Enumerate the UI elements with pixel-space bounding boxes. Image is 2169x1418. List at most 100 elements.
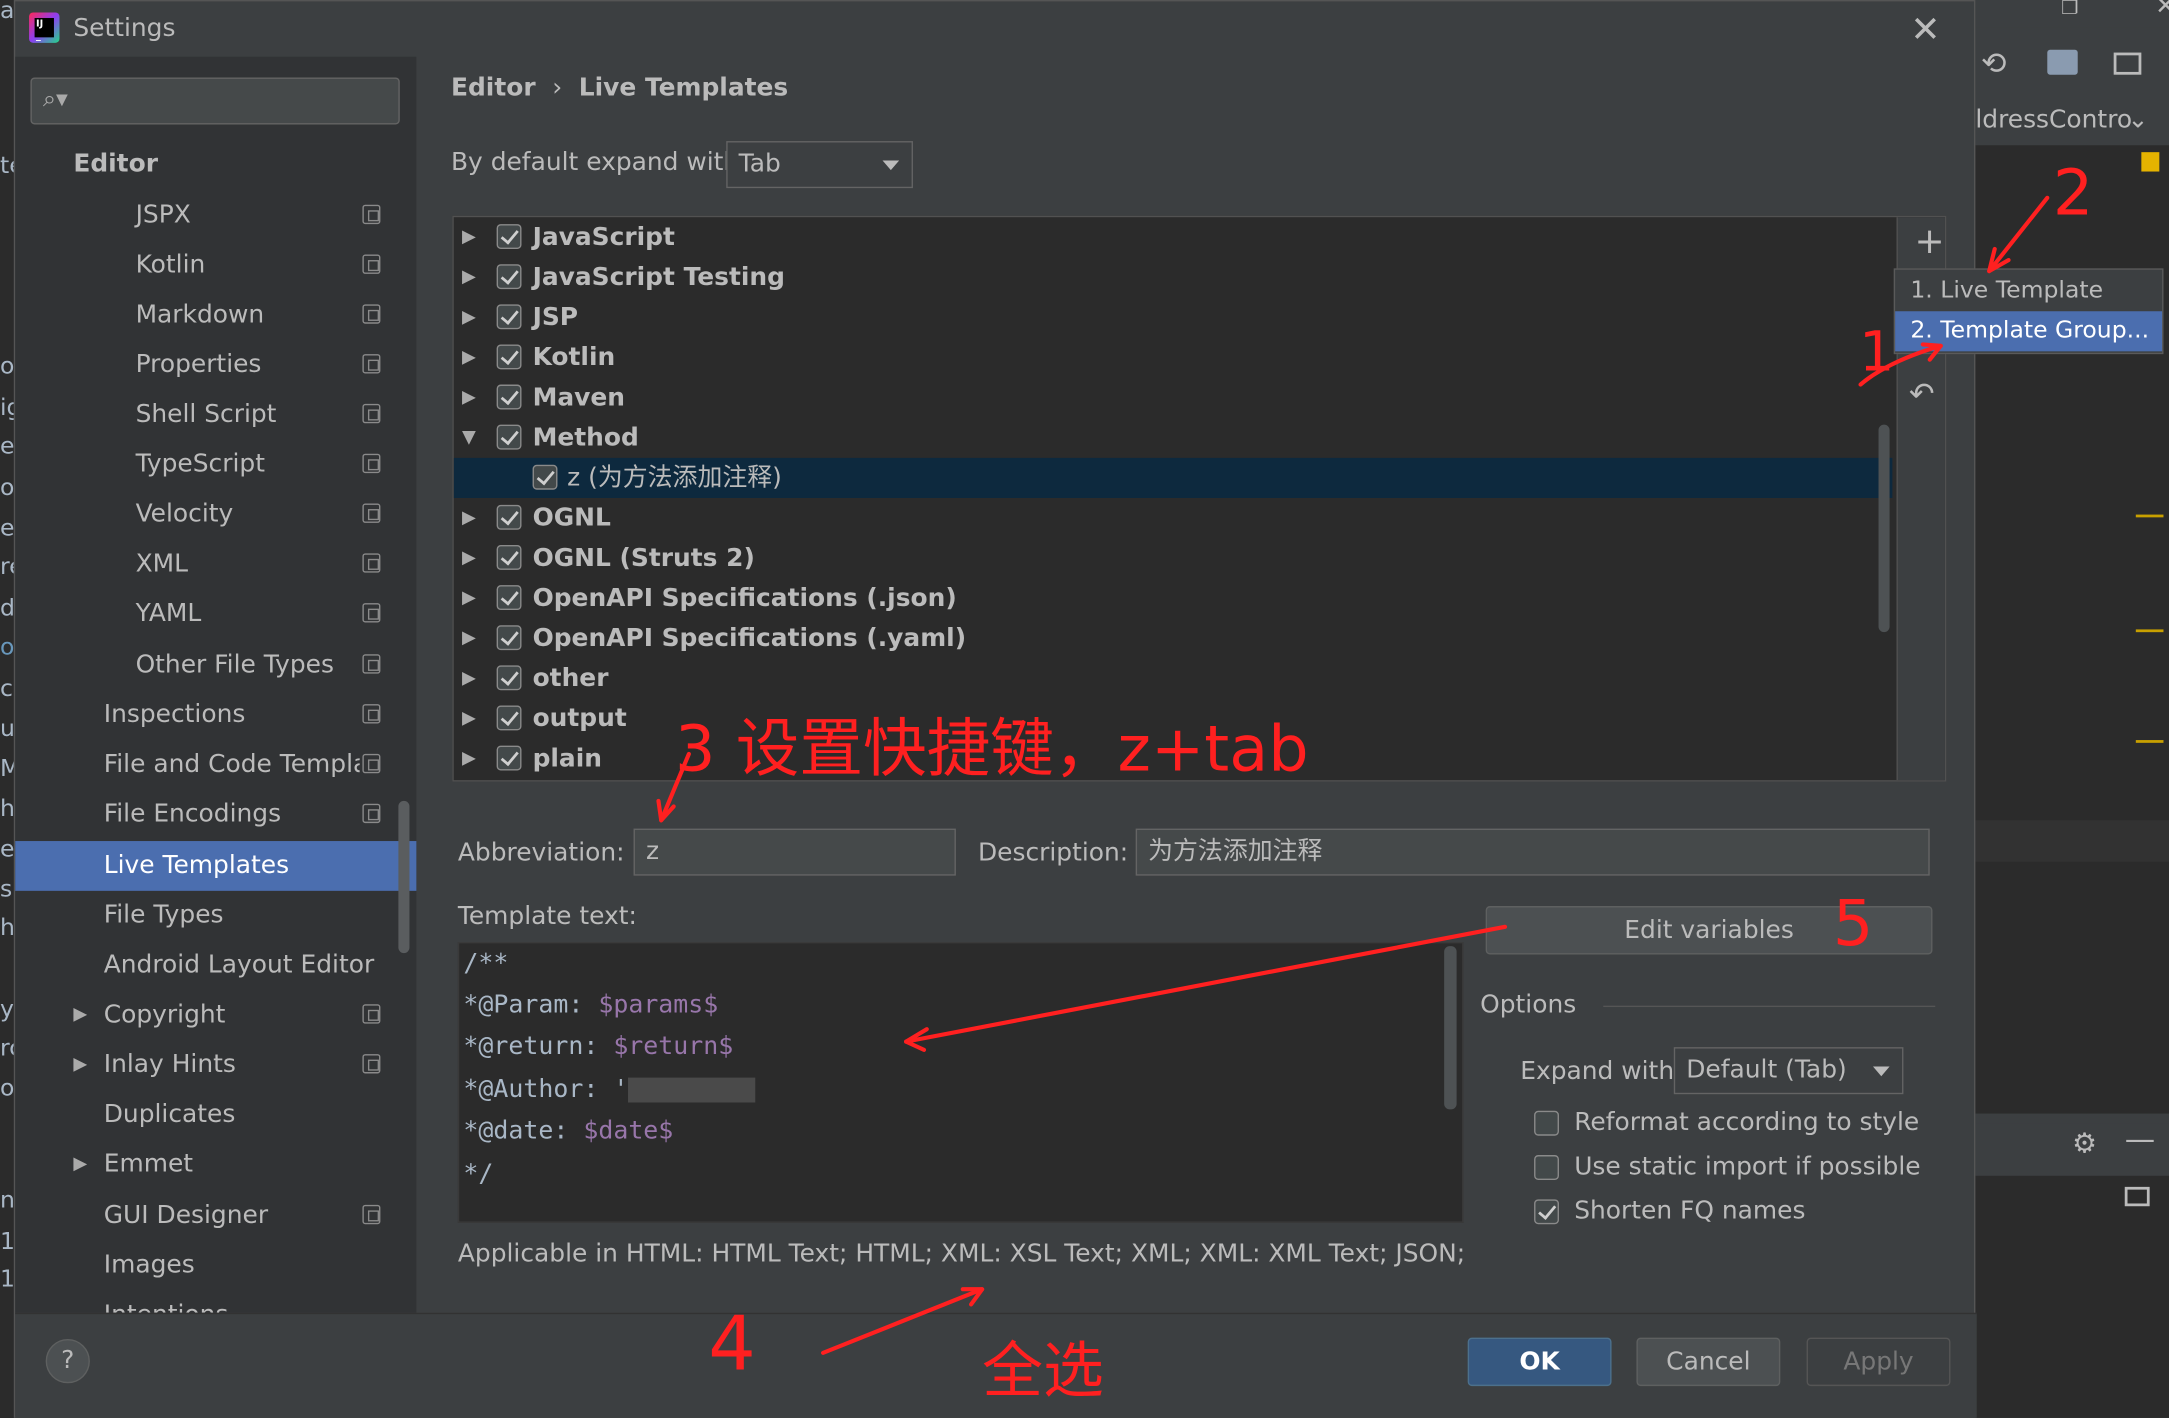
tree-row[interactable]: ▶ JavaScript Testing — [454, 257, 1893, 297]
sidebar-item-android-layout-editor[interactable]: Android Layout Editor — [15, 941, 416, 991]
expand-arrow-icon[interactable]: ▶ — [73, 990, 87, 1040]
sidebar-item-properties[interactable]: Properties — [15, 340, 416, 390]
expand-arrow-icon[interactable]: ▶ — [462, 338, 476, 378]
tree-scrollbar[interactable] — [1878, 424, 1890, 633]
sidebar-section-editor[interactable]: Editor — [15, 140, 416, 190]
gear-icon[interactable]: ⚙ — [2072, 1126, 2097, 1159]
sidebar-item-velocity[interactable]: Velocity — [15, 490, 416, 540]
tree-row[interactable]: ▼ Method — [454, 418, 1893, 458]
restore-defaults-icon[interactable]: ↶ — [1909, 378, 1935, 413]
sidebar-item-markdown[interactable]: Markdown — [15, 290, 416, 340]
sidebar-item-inlay-hints[interactable]: ▶ Inlay Hints — [15, 1040, 416, 1090]
cancel-button[interactable]: Cancel — [1636, 1337, 1781, 1387]
sidebar-item-duplicates[interactable]: Duplicates — [15, 1090, 416, 1140]
sidebar-item-file-and-code-templates[interactable]: File and Code Templat — [15, 740, 416, 790]
sidebar-item-images[interactable]: Images — [15, 1241, 416, 1291]
sidebar-item-copyright[interactable]: ▶ Copyright — [15, 990, 416, 1040]
sidebar-item-file-encodings[interactable]: File Encodings — [15, 790, 416, 840]
shorten-fq-checkbox[interactable] — [1534, 1199, 1559, 1225]
sidebar-item-other-file-types[interactable]: Other File Types — [15, 640, 416, 690]
sidebar-item-shell-script[interactable]: Shell Script — [15, 390, 416, 440]
undo-icon[interactable]: ⟲ — [1981, 47, 2007, 82]
close-icon[interactable]: ✕ — [1910, 10, 1940, 51]
expand-arrow-icon[interactable]: ▶ — [462, 498, 476, 538]
tree-row[interactable]: ▶ JSP — [454, 297, 1893, 337]
template-checkbox[interactable] — [532, 464, 558, 490]
menu-item-template-group[interactable]: 2. Template Group... — [1895, 311, 2163, 352]
expand-arrow-icon[interactable]: ▶ — [73, 1140, 87, 1190]
sidebar-item-inspections[interactable]: Inspections — [15, 690, 416, 740]
editor-tab-title[interactable]: ldressContro — [1975, 105, 2132, 134]
abbreviation-field[interactable]: z — [633, 828, 956, 876]
tree-row[interactable]: ▶ Kotlin — [454, 338, 1893, 378]
group-checkbox[interactable] — [496, 705, 522, 731]
expand-arrow-icon[interactable]: ▶ — [462, 578, 476, 618]
search-input[interactable]: ⌕▾ — [30, 77, 400, 125]
group-checkbox[interactable] — [496, 585, 522, 611]
tree-row[interactable]: ▶ JavaScript — [454, 217, 1893, 257]
expand-arrow-icon[interactable]: ▶ — [462, 217, 476, 257]
menu-item-live-template[interactable]: 1. Live Template — [1895, 271, 2162, 311]
tree-row[interactable]: ▶ OpenAPI Specifications (.json) — [454, 578, 1893, 618]
description-field[interactable]: 为方法添加注释 — [1135, 828, 1930, 876]
group-checkbox[interactable] — [496, 264, 522, 290]
template-text-editor[interactable]: /** *@Param: $params$ *@return: $return$… — [457, 942, 1464, 1223]
tree-row[interactable]: ▶ OGNL (Struts 2) — [454, 538, 1893, 578]
tree-row-template-z[interactable]: z (为方法添加注释) — [453, 457, 1893, 498]
group-checkbox[interactable] — [496, 224, 522, 249]
help-button[interactable]: ? — [45, 1339, 90, 1384]
group-checkbox[interactable] — [496, 424, 522, 450]
sidebar-item-xml[interactable]: XML — [15, 539, 416, 589]
sidebar-item-file-types[interactable]: File Types — [15, 891, 416, 941]
editor-scrollbar[interactable] — [1444, 946, 1457, 1110]
expand-arrow-icon[interactable]: ▶ — [462, 699, 476, 739]
expand-with-dropdown[interactable]: Default (Tab) — [1673, 1047, 1904, 1095]
group-checkbox[interactable] — [496, 745, 522, 771]
static-import-checkbox[interactable] — [1534, 1155, 1559, 1180]
sidebar-item-jspx[interactable]: JSPX — [15, 191, 416, 241]
annotation-number-4: 4 — [708, 1300, 756, 1388]
restore-icon[interactable]: ❐ — [2061, 0, 2078, 19]
sidebar-item-intentions[interactable]: Intentions — [15, 1291, 416, 1312]
default-expand-dropdown[interactable]: Tab — [726, 141, 913, 189]
sidebar-item-typescript[interactable]: TypeScript — [15, 440, 416, 490]
chevron-down-icon[interactable]: ⌄ — [2128, 105, 2149, 134]
group-checkbox[interactable] — [496, 384, 522, 410]
expand-arrow-icon[interactable]: ▶ — [462, 618, 476, 658]
sidebar-scrollbar[interactable] — [398, 800, 410, 954]
group-checkbox[interactable] — [496, 665, 522, 691]
sidebar-item-kotlin[interactable]: Kotlin — [15, 241, 416, 291]
expand-arrow-icon[interactable]: ▶ — [462, 378, 476, 418]
layout-icon[interactable] — [2124, 1186, 2150, 1207]
breadcrumb-parent[interactable]: Editor — [451, 73, 536, 102]
run-window-icon[interactable] — [2113, 52, 2142, 75]
apply-button[interactable]: Apply — [1806, 1337, 1951, 1387]
expand-arrow-icon[interactable]: ▶ — [462, 739, 476, 779]
tree-row[interactable]: ▶ OpenAPI Specifications (.yaml) — [454, 618, 1893, 658]
minimize-icon[interactable]: — — [2125, 1123, 2155, 1158]
reformat-checkbox[interactable] — [1534, 1110, 1559, 1136]
folder-icon[interactable] — [2047, 49, 2078, 75]
sidebar-item-yaml[interactable]: YAML — [15, 589, 416, 639]
expand-arrow-icon[interactable]: ▶ — [462, 257, 476, 297]
group-checkbox[interactable] — [496, 344, 522, 370]
tree-row[interactable]: ▶ OGNL — [454, 498, 1893, 538]
expand-arrow-icon[interactable]: ▶ — [73, 1040, 87, 1090]
group-checkbox[interactable] — [496, 625, 522, 651]
group-checkbox[interactable] — [496, 304, 522, 330]
expand-arrow-icon[interactable]: ▶ — [462, 658, 476, 698]
sidebar-item-emmet[interactable]: ▶ Emmet — [15, 1140, 416, 1190]
tree-row[interactable]: ▶ Maven — [454, 378, 1893, 418]
group-checkbox[interactable] — [496, 504, 522, 530]
add-icon[interactable]: + — [1914, 221, 1944, 262]
expand-arrow-icon[interactable]: ▶ — [462, 297, 476, 337]
applicable-contexts-link[interactable]: Applicable in HTML: HTML Text; HTML; XML… — [458, 1239, 1465, 1268]
tree-row[interactable]: ▶ other — [454, 658, 1893, 698]
sidebar-item-gui-designer[interactable]: GUI Designer — [15, 1191, 416, 1241]
sidebar-item-live-templates[interactable]: Live Templates — [15, 841, 417, 891]
close-icon[interactable]: ✕ — [2155, 0, 2169, 21]
ok-button[interactable]: OK — [1467, 1337, 1612, 1387]
expand-arrow-icon[interactable]: ▶ — [462, 538, 476, 578]
collapse-arrow-icon[interactable]: ▼ — [462, 418, 476, 458]
group-checkbox[interactable] — [496, 545, 522, 570]
